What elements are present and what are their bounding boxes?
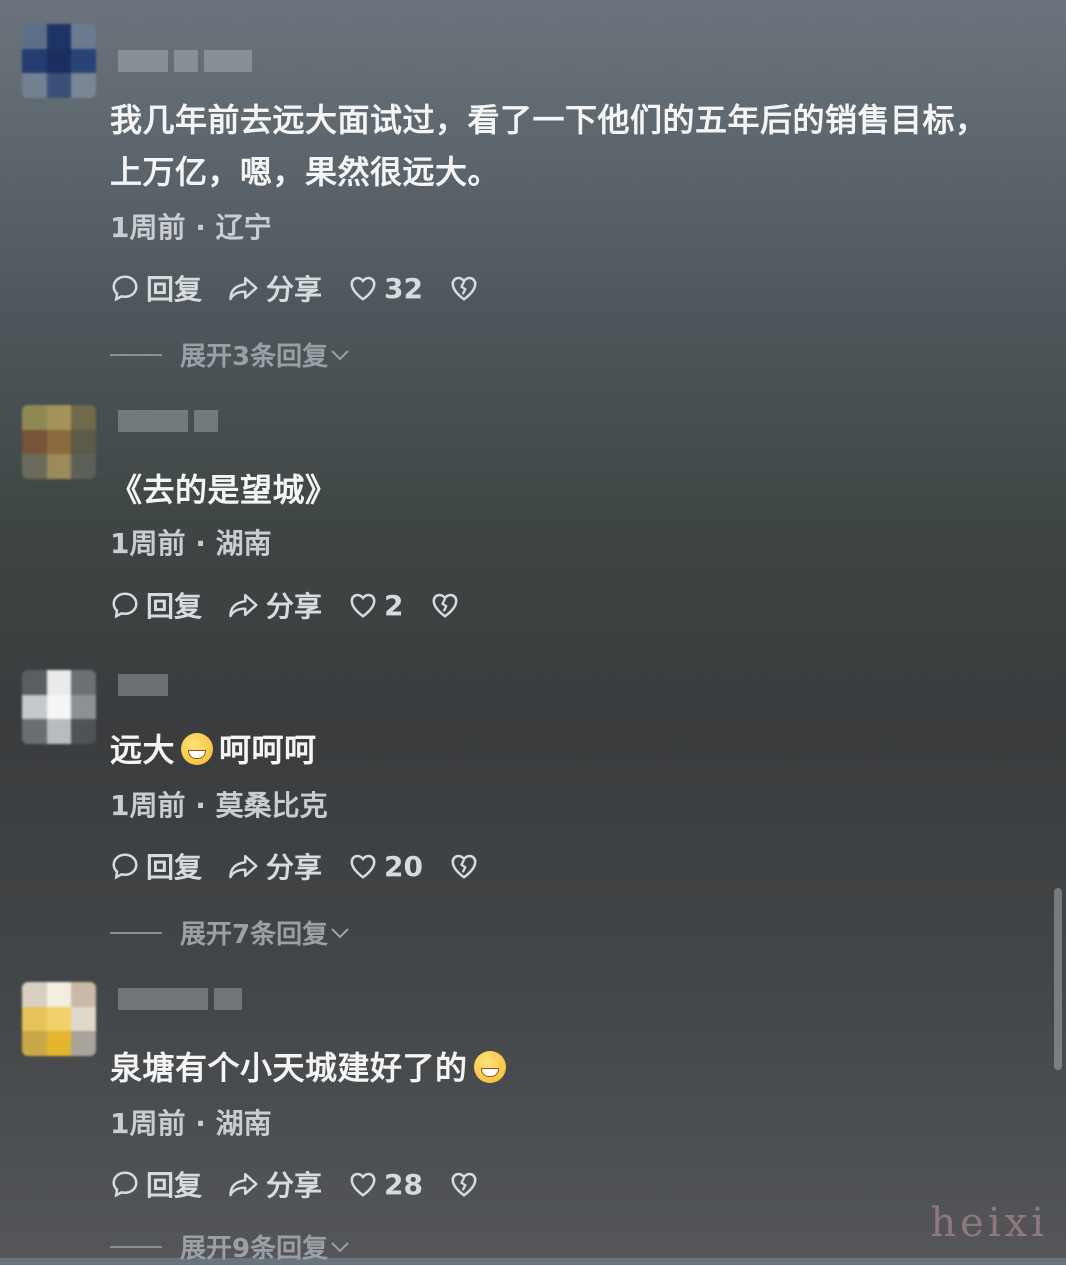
comment-location: 湖南 (215, 527, 272, 560)
reply-label: 回复 (146, 590, 203, 623)
broken-heart-icon (451, 1172, 477, 1197)
share-label: 分享 (266, 590, 323, 623)
comment-text: 《去的是望城》 (110, 471, 338, 509)
comment-time: 1周前 (110, 211, 186, 244)
like-count: 32 (384, 271, 423, 305)
reply-bubble-icon (112, 853, 138, 880)
comment-text-part: 呵呵呵 (219, 731, 317, 769)
divider-line (110, 353, 162, 356)
share-button[interactable]: 分享 (228, 1164, 322, 1204)
like-count: 20 (384, 849, 423, 883)
comment-meta: 1周前 · 湖南 (110, 522, 272, 562)
share-label: 分享 (266, 1169, 323, 1202)
divider-line (110, 931, 162, 934)
reply-bubble-icon (112, 275, 138, 302)
comment-actions: 回复 分享 32 (110, 268, 479, 308)
broken-heart-icon (432, 593, 458, 618)
dislike-button[interactable] (449, 274, 479, 302)
comment-actions: 回复 分享 2 (110, 585, 460, 625)
like-count: 2 (384, 588, 404, 622)
comment-text-part: 泉塘有个小天城建好了的 (110, 1049, 468, 1087)
dislike-button[interactable] (430, 591, 460, 619)
dislike-button[interactable] (449, 852, 479, 880)
share-arrow-icon (229, 854, 258, 879)
share-label: 分享 (266, 851, 323, 884)
heart-icon (350, 1172, 376, 1197)
heart-icon (350, 854, 376, 879)
expand-label: 展开9条回复 (180, 1234, 329, 1264)
reply-bubble-icon (112, 592, 138, 619)
comment-location: 莫桑比克 (215, 789, 328, 822)
expand-replies[interactable]: 展开9条回复 (110, 1228, 352, 1265)
like-button[interactable]: 20 (348, 850, 423, 883)
comment-meta: 1周前 · 辽宁 (110, 206, 272, 246)
like-button[interactable]: 28 (348, 1168, 423, 1201)
chevron-down-icon (331, 1241, 349, 1252)
comment-time: 1周前 (110, 789, 186, 822)
dislike-button[interactable] (449, 1170, 479, 1198)
comment-text: 远大 呵呵呵 (110, 724, 1010, 776)
scrollbar[interactable] (1054, 888, 1062, 1070)
reply-button[interactable]: 回复 (110, 585, 202, 625)
heart-icon (350, 593, 376, 618)
share-arrow-icon (229, 593, 258, 618)
expand-label: 展开3条回复 (180, 342, 329, 372)
divider-line (110, 1245, 162, 1248)
expand-label: 展开7条回复 (180, 920, 329, 950)
reply-button[interactable]: 回复 (110, 846, 202, 886)
reply-label: 回复 (146, 273, 203, 306)
rolling-on-floor-laughing-emoji (181, 733, 214, 765)
chevron-down-icon (331, 349, 349, 360)
comment-location: 辽宁 (215, 211, 272, 244)
watermark: heixi (930, 1200, 1048, 1246)
comment-text-part: 远大 (110, 731, 176, 769)
broken-heart-icon (451, 276, 477, 301)
avatar[interactable] (22, 405, 96, 479)
username-blurred[interactable] (118, 410, 218, 432)
like-button[interactable]: 32 (348, 272, 423, 305)
reply-button[interactable]: 回复 (110, 268, 202, 308)
share-button[interactable]: 分享 (228, 268, 322, 308)
comment-actions: 回复 分享 28 (110, 1164, 479, 1204)
username-blurred[interactable] (118, 50, 252, 72)
expand-replies[interactable]: 展开7条回复 (110, 914, 352, 951)
meta-separator: · (195, 527, 206, 560)
share-arrow-icon (229, 276, 258, 301)
chevron-down-icon (331, 927, 349, 938)
reply-label: 回复 (146, 851, 203, 884)
comment-text: 泉塘有个小天城建好了的 (110, 1042, 1010, 1094)
comment-location: 湖南 (215, 1107, 272, 1140)
broken-heart-icon (451, 854, 477, 879)
reply-bubble-icon (112, 1171, 138, 1198)
reply-label: 回复 (146, 1169, 203, 1202)
username-blurred[interactable] (118, 674, 168, 696)
expand-replies[interactable]: 展开3条回复 (110, 336, 352, 373)
meta-separator: · (195, 789, 206, 822)
avatar[interactable] (22, 982, 96, 1056)
username-blurred[interactable] (118, 988, 242, 1010)
grinning-face-emoji (473, 1051, 506, 1083)
comment-meta: 1周前 · 莫桑比克 (110, 784, 328, 824)
comment-time: 1周前 (110, 1107, 186, 1140)
avatar[interactable] (22, 670, 96, 744)
share-button[interactable]: 分享 (228, 846, 322, 886)
meta-separator: · (195, 1107, 206, 1140)
reply-button[interactable]: 回复 (110, 1164, 202, 1204)
share-button[interactable]: 分享 (228, 585, 322, 625)
comment-actions: 回复 分享 20 (110, 846, 479, 886)
avatar[interactable] (22, 24, 96, 98)
heart-icon (350, 276, 376, 301)
comment-meta: 1周前 · 湖南 (110, 1102, 272, 1142)
comment-text: 我几年前去远大面试过，看了一下他们的五年后的销售目标，上万亿，嗯，果然很远大。 (110, 101, 988, 191)
comment-time: 1周前 (110, 527, 186, 560)
like-count: 28 (384, 1167, 423, 1201)
like-button[interactable]: 2 (348, 588, 404, 622)
share-label: 分享 (266, 273, 323, 306)
meta-separator: · (195, 211, 206, 244)
share-arrow-icon (229, 1172, 258, 1197)
